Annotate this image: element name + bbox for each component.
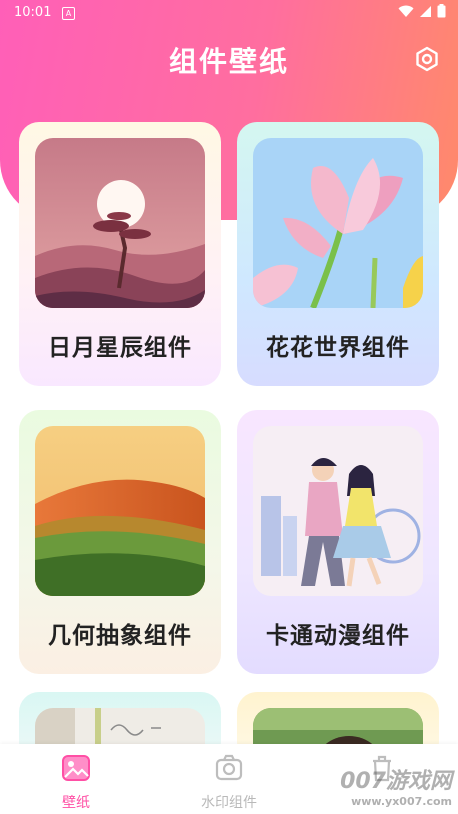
nav-tab-wallpaper[interactable]: 壁纸 <box>31 752 121 812</box>
watermark-brand: 007游戏网 <box>340 769 452 794</box>
card-label: 几何抽象组件 <box>48 623 192 649</box>
card-label: 花花世界组件 <box>266 335 410 361</box>
image-icon <box>62 755 90 781</box>
card-image-tulips <box>253 138 423 308</box>
nav-tab-watermark-widget[interactable]: 水印组件 <box>184 752 274 812</box>
battery-icon <box>437 4 446 18</box>
signal-icon <box>420 5 431 17</box>
wifi-icon <box>398 5 414 17</box>
status-bar: 10:01 A <box>0 0 458 26</box>
widget-card-sun-moon[interactable]: 日月星辰组件 <box>19 122 221 386</box>
settings-icon[interactable] <box>414 46 440 72</box>
widget-card-flower-world[interactable]: 花花世界组件 <box>237 122 439 386</box>
card-image-cartoon-couple <box>253 426 423 596</box>
nav-label: 水印组件 <box>201 795 257 811</box>
status-icons <box>398 4 446 18</box>
camera-icon <box>215 754 243 781</box>
card-image-sunset-tree <box>35 138 205 308</box>
widget-card-cartoon[interactable]: 卡通动漫组件 <box>237 410 439 674</box>
nav-label: 壁纸 <box>62 795 90 811</box>
notification-badge: A <box>62 7 75 20</box>
widget-card-geometric[interactable]: 几何抽象组件 <box>19 410 221 674</box>
status-time: 10:01 <box>14 5 52 20</box>
site-watermark: 007游戏网 www.yx007.com <box>340 763 452 808</box>
card-label: 日月星辰组件 <box>48 335 192 361</box>
watermark-url: www.yx007.com <box>351 795 452 808</box>
page-title: 组件壁纸 <box>168 45 289 78</box>
card-image-hills <box>35 426 205 596</box>
card-label: 卡通动漫组件 <box>266 623 410 649</box>
